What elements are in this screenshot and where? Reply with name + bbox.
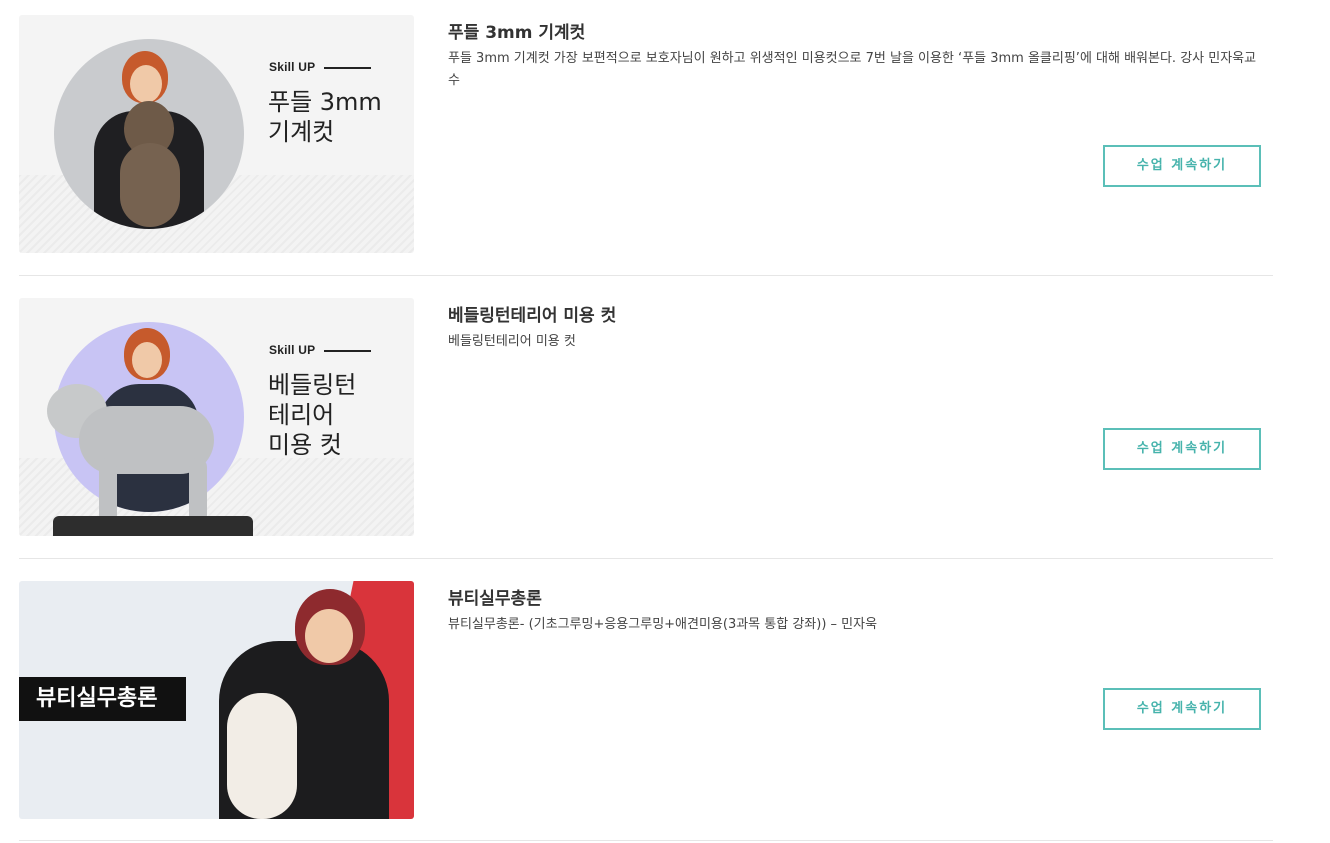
course-thumbnail[interactable]: Skill UP 베들링턴 테리어 미용 컷 xyxy=(19,298,414,536)
course-thumbnail[interactable]: Skill UP 푸들 3mm 기계컷 xyxy=(19,15,414,253)
thumbnail-tag-line xyxy=(324,67,371,69)
continue-course-button[interactable]: 수업 계속하기 xyxy=(1103,688,1261,730)
course-title[interactable]: 푸들 3mm 기계컷 xyxy=(448,18,585,43)
thumbnail-banner: 뷰티실무총론 xyxy=(19,677,186,721)
thumbnail-tag: Skill UP xyxy=(269,343,316,357)
instructor-face xyxy=(305,609,353,663)
instructor-photo xyxy=(54,39,244,229)
thumbnail-title-line: 테리어 xyxy=(268,401,335,429)
course-title[interactable]: 베들링턴테리어 미용 컷 xyxy=(448,301,616,326)
course-item: Skill UP 베들링턴 테리어 미용 컷 베들링턴테리어 미용 컷 베들링턴… xyxy=(19,298,1273,558)
dog-leg xyxy=(189,458,207,524)
course-thumbnail[interactable]: 뷰티실무총론 xyxy=(19,581,414,819)
dog-leg xyxy=(99,458,117,524)
course-description: 베들링턴테리어 미용 컷 xyxy=(448,334,576,349)
thumbnail-title-line: 기계컷 xyxy=(268,118,335,146)
dog-body xyxy=(120,143,180,227)
grooming-table xyxy=(53,516,253,536)
thumbnail-tag-line xyxy=(324,350,371,352)
instructor-face xyxy=(130,65,162,103)
divider xyxy=(19,275,1273,276)
divider xyxy=(19,840,1273,841)
course-item: 뷰티실무총론 뷰티실무총론 뷰티실무총론- (기초그루밍+응용그루밍+애견미용(… xyxy=(19,581,1273,841)
divider xyxy=(19,558,1273,559)
instructor-face xyxy=(132,342,162,378)
thumbnail-title-line: 미용 컷 xyxy=(268,431,342,459)
continue-course-button[interactable]: 수업 계속하기 xyxy=(1103,428,1261,470)
course-title[interactable]: 뷰티실무총론 xyxy=(448,584,542,609)
dog-body xyxy=(227,693,297,819)
continue-course-button[interactable]: 수업 계속하기 xyxy=(1103,145,1261,187)
thumbnail-title: 푸들 3mm 기계컷 xyxy=(268,87,382,147)
course-item: Skill UP 푸들 3mm 기계컷 푸들 3mm 기계컷 푸들 3mm 기계… xyxy=(19,15,1273,275)
thumbnail-title-line: 푸들 3mm xyxy=(268,88,382,116)
thumbnail-tag: Skill UP xyxy=(269,60,316,74)
thumbnail-title: 베들링턴 테리어 미용 컷 xyxy=(268,370,356,460)
course-description: 뷰티실무총론- (기초그루밍+응용그루밍+애견미용(3과목 통합 강좌)) – … xyxy=(448,617,878,632)
course-description: 푸들 3mm 기계컷 가장 보편적으로 보호자님이 원하고 위생적인 미용컷으로… xyxy=(448,51,1257,88)
thumbnail-title-line: 베들링턴 xyxy=(268,371,357,399)
